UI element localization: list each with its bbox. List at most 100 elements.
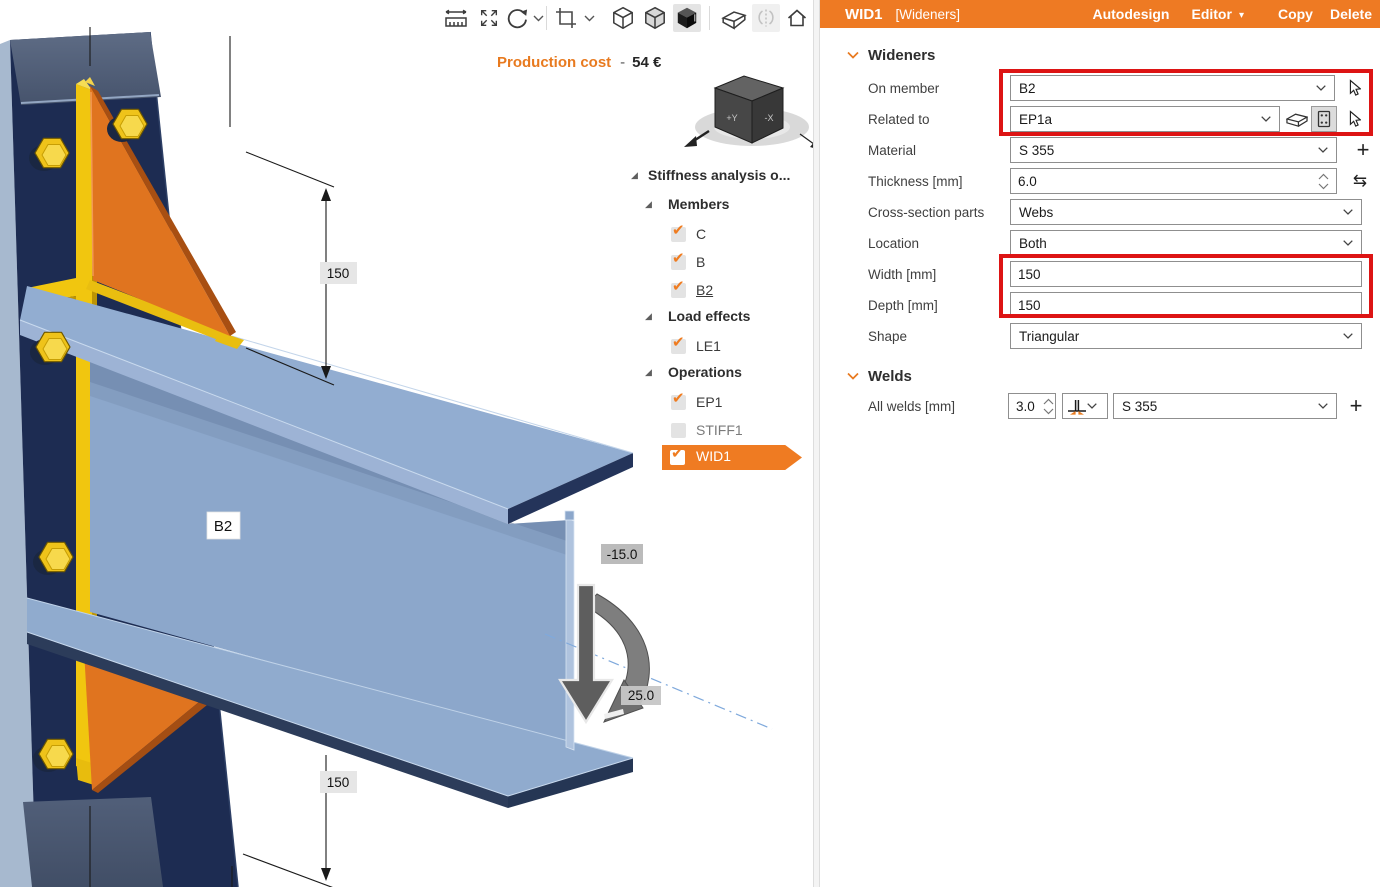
checkbox-checked[interactable]: ✔ — [671, 255, 686, 270]
rotate-options-chevron-icon[interactable] — [533, 15, 545, 23]
section-collapse-chevron-icon[interactable] — [847, 51, 859, 59]
tree-group-label[interactable]: Operations — [668, 364, 742, 380]
swap-arrows-icon: ⇆ — [1353, 171, 1367, 191]
mirror-view-icon — [752, 4, 780, 32]
tree-item-label[interactable]: C — [696, 226, 706, 242]
location-select[interactable]: Both — [1010, 230, 1362, 256]
select-value: Triangular — [1019, 329, 1343, 344]
autodesign-button[interactable]: Autodesign — [1092, 6, 1169, 22]
related-plate-3d-button[interactable] — [1285, 107, 1309, 131]
measure-icon[interactable] — [442, 4, 470, 32]
expander-icon[interactable]: ◢ — [645, 199, 652, 210]
expander-icon[interactable]: ◢ — [645, 311, 652, 322]
chevron-down-icon — [1261, 116, 1271, 122]
section-title-welds[interactable]: Welds — [868, 368, 912, 385]
zoom-fit-icon[interactable] — [475, 4, 503, 32]
add-material-button[interactable]: + — [1351, 138, 1375, 162]
tree-item-wid1-selected[interactable]: ✔ WID1 — [662, 445, 802, 470]
add-weld-button[interactable]: + — [1344, 394, 1368, 418]
tree-item-label[interactable]: STIFF1 — [696, 422, 743, 438]
on-member-select[interactable]: B2 — [1010, 75, 1335, 101]
load-force-label: -15.0 — [601, 544, 643, 564]
related-to-select[interactable]: EP1a — [1010, 106, 1280, 132]
pick-member-cursor-button[interactable] — [1341, 76, 1365, 100]
pick-related-cursor-button[interactable] — [1341, 107, 1365, 131]
select-value: S 355 — [1122, 399, 1318, 414]
width-input[interactable] — [1010, 261, 1362, 287]
chevron-down-icon — [1087, 403, 1097, 409]
copy-button[interactable]: Copy — [1278, 6, 1313, 22]
operation-property-panel: WID1 [Wideners] Autodesign Editor ▾ Copy… — [820, 0, 1380, 887]
tree-item-label[interactable]: WID1 — [696, 448, 731, 464]
svg-text:25.0: 25.0 — [628, 688, 654, 703]
load-moment-label: 25.0 — [621, 686, 661, 705]
production-cost: Production cost-54 € — [497, 54, 661, 71]
check-icon: ✔ — [672, 389, 685, 407]
thickness-input[interactable] — [1010, 168, 1337, 194]
related-bolted-plate-button[interactable] — [1312, 107, 1336, 131]
chevron-down-icon — [1316, 85, 1326, 91]
check-icon: ✔ — [671, 444, 684, 462]
member-tag-b2[interactable]: B2 — [207, 512, 240, 539]
delete-button[interactable]: Delete — [1330, 6, 1372, 22]
checkbox-checked[interactable]: ✔ — [671, 227, 686, 242]
property-row-cross-section-parts: Cross-section parts Webs — [820, 199, 1380, 226]
cross-section-parts-select[interactable]: Webs — [1010, 199, 1362, 225]
tree-item-label[interactable]: EP1 — [696, 394, 722, 410]
weld-type-select[interactable] — [1062, 393, 1108, 419]
section-collapse-chevron-icon[interactable] — [847, 372, 859, 380]
crop-options-chevron-icon[interactable] — [584, 15, 596, 23]
editor-button[interactable]: Editor — [1191, 6, 1231, 22]
property-row-thickness: Thickness [mm] ⇆ — [820, 168, 1380, 195]
svg-text:-15.0: -15.0 — [607, 547, 638, 562]
home-view-icon[interactable] — [783, 4, 811, 32]
tree-root-label[interactable]: Stiffness analysis o... — [648, 167, 790, 183]
chevron-down-icon — [1318, 403, 1328, 409]
checkbox-checked[interactable]: ✔ — [670, 450, 685, 465]
depth-input[interactable] — [1010, 292, 1362, 318]
row-label: Material — [868, 143, 916, 158]
swap-direction-button[interactable]: ⇆ — [1348, 169, 1372, 193]
rotate-view-icon[interactable] — [503, 4, 531, 32]
beam-member-b2[interactable] — [20, 77, 633, 808]
chevron-down-icon — [1318, 147, 1328, 153]
section-title-wideners[interactable]: Wideners — [868, 47, 935, 64]
expander-icon[interactable]: ◢ — [645, 367, 652, 378]
property-row-width: Width [mm] — [820, 261, 1380, 288]
editor-caret-icon[interactable]: ▾ — [1239, 10, 1244, 21]
spinner-up-down-icon[interactable] — [1318, 173, 1329, 190]
spinner-up-down-icon[interactable] — [1043, 398, 1054, 415]
tree-group-label[interactable]: Load effects — [668, 308, 750, 324]
solid-view-icon[interactable] — [673, 4, 701, 32]
checkbox-checked[interactable]: ✔ — [671, 395, 686, 410]
wireframe-view-icon[interactable] — [609, 4, 637, 32]
row-label: All welds [mm] — [868, 399, 955, 414]
checkbox-unchecked[interactable] — [671, 423, 686, 438]
property-row-all-welds: All welds [mm] S 355 + — [820, 393, 1380, 420]
checkbox-checked[interactable]: ✔ — [671, 339, 686, 354]
svg-text:+Y: +Y — [726, 113, 737, 123]
material-select[interactable]: S 355 — [1010, 137, 1337, 163]
tree-item-label[interactable]: B — [696, 254, 705, 270]
tree-group-label[interactable]: Members — [668, 196, 729, 212]
checkbox-checked[interactable]: ✔ — [671, 283, 686, 298]
check-icon: ✔ — [672, 333, 685, 351]
3d-viewport[interactable]: 150 150 -15.0 25.0 B2 — [0, 0, 813, 887]
svg-text:150: 150 — [327, 266, 350, 281]
expander-icon[interactable]: ◢ — [631, 170, 638, 181]
weld-material-select[interactable]: S 355 — [1113, 393, 1337, 419]
check-icon: ✔ — [672, 277, 685, 295]
tree-item-label[interactable]: LE1 — [696, 338, 721, 354]
navigation-cube[interactable]: +Y -X — [684, 76, 813, 150]
tree-item-label[interactable]: B2 — [696, 282, 713, 298]
shape-select[interactable]: Triangular — [1010, 323, 1362, 349]
panel-splitter[interactable] — [813, 0, 820, 887]
row-label: Thickness [mm] — [868, 174, 963, 189]
select-value: Both — [1019, 236, 1343, 251]
property-row-on-member: On member B2 — [820, 75, 1380, 102]
hidden-line-view-icon[interactable] — [641, 4, 669, 32]
clip-view-icon[interactable] — [720, 4, 748, 32]
section-crop-icon[interactable] — [552, 4, 580, 32]
row-label: Location — [868, 236, 919, 251]
plus-icon: + — [1350, 396, 1363, 416]
